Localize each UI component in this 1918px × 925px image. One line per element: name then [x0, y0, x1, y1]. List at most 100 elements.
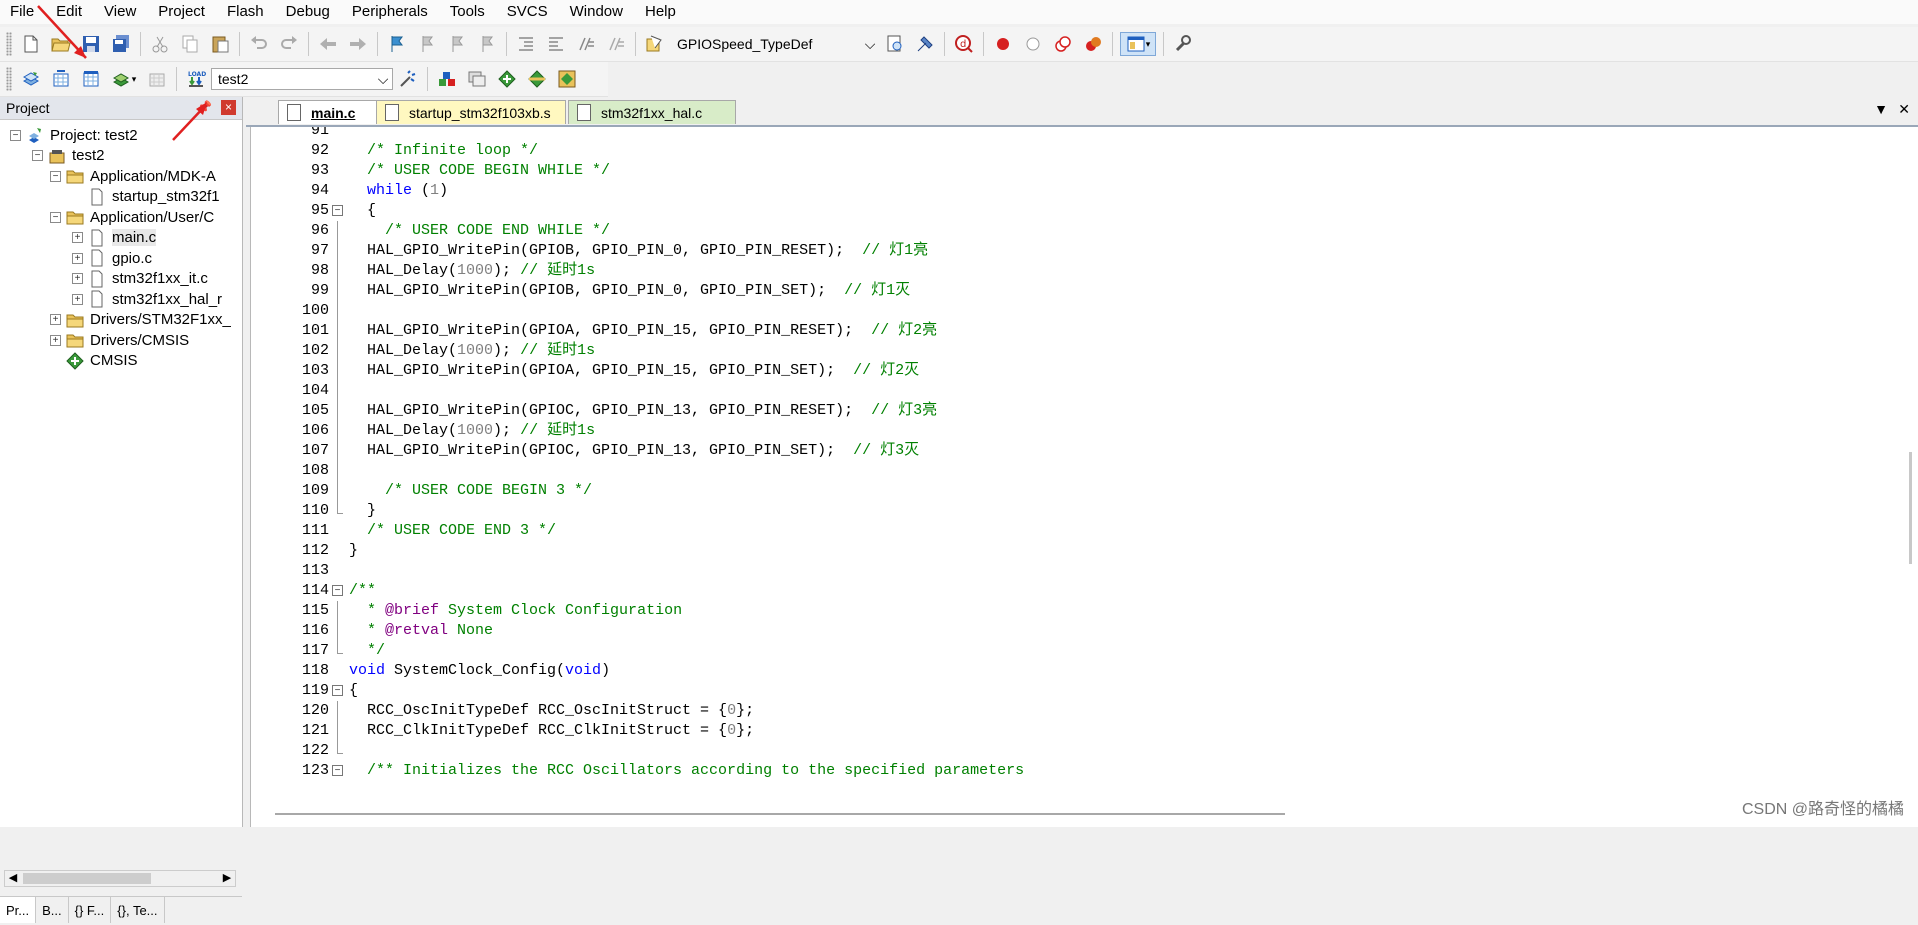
pin-icon[interactable]: 📌	[197, 100, 212, 114]
bookmark-icon[interactable]	[385, 32, 409, 56]
fold-collapse-icon[interactable]: −	[332, 685, 343, 696]
code-line[interactable]: /**	[349, 581, 376, 601]
panel-tab-3[interactable]: {}, Te...	[111, 897, 165, 923]
function-combo[interactable]: GPIOSpeed_TypeDef ⌵	[670, 33, 880, 55]
browse-symbols-icon[interactable]	[913, 32, 937, 56]
panel-tab-0[interactable]: Pr...	[0, 897, 37, 923]
expand-toggle-icon[interactable]: +	[72, 232, 83, 243]
indent-icon[interactable]	[514, 32, 538, 56]
menu-peripherals[interactable]: Peripherals	[341, 0, 439, 24]
target-combo[interactable]: test2 ⌵	[211, 68, 393, 90]
expand-toggle-icon[interactable]: −	[50, 170, 61, 182]
batch-build-icon[interactable]: ▾	[109, 67, 139, 91]
pack-installer-icon[interactable]	[555, 67, 579, 91]
code-line[interactable]: HAL_Delay(1000); // 延时1s	[349, 421, 595, 441]
menu-tools[interactable]: Tools	[439, 0, 496, 24]
scroll-right-icon[interactable]: ▶	[219, 871, 235, 886]
code-line[interactable]: HAL_GPIO_WritePin(GPIOB, GPIO_PIN_0, GPI…	[349, 281, 910, 301]
unindent-icon[interactable]	[544, 32, 568, 56]
incremental-find-icon[interactable]	[883, 32, 907, 56]
code-line[interactable]: while (1)	[349, 181, 448, 201]
tab-list-dropdown-icon[interactable]: ▼	[1874, 101, 1888, 117]
expand-toggle-icon[interactable]: −	[50, 211, 61, 223]
translate-icon[interactable]	[19, 67, 43, 91]
build-icon[interactable]	[49, 67, 73, 91]
code-line[interactable]: HAL_GPIO_WritePin(GPIOA, GPIO_PIN_15, GP…	[349, 361, 919, 381]
fold-collapse-icon[interactable]: −	[332, 765, 343, 776]
paste-icon[interactable]	[208, 32, 232, 56]
code-line[interactable]: /* Infinite loop */	[349, 141, 538, 161]
code-line[interactable]: {	[349, 201, 376, 221]
code-line[interactable]: /* USER CODE END 3 */	[349, 521, 556, 541]
disable-breakpoint-icon[interactable]	[1021, 32, 1045, 56]
cut-icon[interactable]	[148, 32, 172, 56]
menu-file[interactable]: File	[0, 0, 45, 24]
menu-view[interactable]: View	[93, 0, 147, 24]
expand-toggle-icon[interactable]: +	[50, 334, 61, 346]
code-line[interactable]: HAL_GPIO_WritePin(GPIOC, GPIO_PIN_13, GP…	[349, 441, 919, 461]
code-line[interactable]: HAL_Delay(1000); // 延时1s	[349, 341, 595, 361]
editor-vertical-scrollbar[interactable]	[1901, 127, 1918, 807]
rebuild-icon[interactable]	[79, 67, 103, 91]
code-line[interactable]: /** Initializes the RCC Oscillators acco…	[349, 761, 1024, 781]
next-bookmark-icon[interactable]	[445, 32, 469, 56]
chevron-down-icon[interactable]: ⌵	[861, 34, 879, 54]
panel-tab-2[interactable]: {} F...	[69, 897, 112, 923]
menu-edit[interactable]: Edit	[45, 0, 93, 24]
code-line[interactable]: {	[349, 681, 358, 701]
panel-tab-1[interactable]: B...	[36, 897, 69, 923]
file-extensions-icon[interactable]	[465, 67, 489, 91]
tree-item[interactable]: CMSIS	[50, 349, 138, 373]
prev-bookmark-icon[interactable]	[415, 32, 439, 56]
menu-window[interactable]: Window	[559, 0, 634, 24]
kill-all-breakpoints-icon[interactable]	[1081, 32, 1105, 56]
fold-collapse-icon[interactable]: −	[332, 585, 343, 596]
find-in-files-icon[interactable]	[643, 32, 667, 56]
code-line[interactable]: /* USER CODE END WHILE */	[349, 221, 610, 241]
code-line[interactable]: RCC_OscInitTypeDef RCC_OscInitStruct = {…	[349, 701, 754, 721]
close-tab-icon[interactable]: ✕	[1898, 101, 1910, 118]
chevron-down-icon[interactable]: ⌵	[374, 69, 392, 89]
select-packs-icon[interactable]	[495, 67, 519, 91]
editor-horizontal-scrollbar[interactable]	[275, 807, 1895, 821]
target-options-icon[interactable]	[396, 67, 420, 91]
save-icon[interactable]	[79, 32, 103, 56]
code-line[interactable]: HAL_GPIO_WritePin(GPIOA, GPIO_PIN_15, GP…	[349, 321, 937, 341]
tab-startup-s[interactable]: startup_stm32f103xb.s	[376, 100, 566, 124]
code-line[interactable]: }	[349, 541, 358, 561]
clear-bookmarks-icon[interactable]	[475, 32, 499, 56]
menu-help[interactable]: Help	[634, 0, 687, 24]
download-load-icon[interactable]: LOAD	[184, 67, 208, 91]
menu-svcs[interactable]: SVCS	[496, 0, 559, 24]
configure-wrench-icon[interactable]	[1171, 32, 1195, 56]
uncomment-icon[interactable]	[604, 32, 628, 56]
code-line[interactable]: * @retval None	[349, 621, 493, 641]
expand-toggle-icon[interactable]: −	[32, 150, 43, 161]
toolbar-grip[interactable]	[6, 32, 12, 56]
save-all-icon[interactable]	[109, 32, 133, 56]
menu-project[interactable]: Project	[147, 0, 216, 24]
navigate-forward-icon[interactable]	[346, 32, 370, 56]
menu-flash[interactable]: Flash	[216, 0, 275, 24]
code-line[interactable]: }	[349, 501, 376, 521]
code-line[interactable]: */	[349, 641, 385, 661]
toolbar-grip[interactable]	[6, 67, 12, 91]
scrollbar-thumb[interactable]	[275, 813, 1285, 815]
expand-toggle-icon[interactable]: +	[50, 314, 61, 325]
scrollbar-thumb[interactable]	[23, 873, 151, 884]
navigate-back-icon[interactable]	[316, 32, 340, 56]
open-folder-icon[interactable]	[49, 32, 73, 56]
menu-debug[interactable]: Debug	[275, 0, 341, 24]
redo-icon[interactable]	[277, 32, 301, 56]
code-line[interactable]: HAL_GPIO_WritePin(GPIOB, GPIO_PIN_0, GPI…	[349, 241, 928, 261]
code-line[interactable]: HAL_GPIO_WritePin(GPIOC, GPIO_PIN_13, GP…	[349, 401, 937, 421]
code-line[interactable]: * @brief System Clock Configuration	[349, 601, 682, 621]
expand-toggle-icon[interactable]: −	[10, 129, 21, 141]
undo-icon[interactable]	[247, 32, 271, 56]
scroll-left-icon[interactable]: ◀	[5, 871, 21, 886]
expand-toggle-icon[interactable]: +	[72, 293, 83, 305]
disable-all-breakpoints-icon[interactable]	[1051, 32, 1075, 56]
manage-rte-icon[interactable]	[525, 67, 549, 91]
expand-toggle-icon[interactable]: +	[72, 273, 83, 284]
close-panel-button[interactable]: ×	[221, 100, 236, 115]
